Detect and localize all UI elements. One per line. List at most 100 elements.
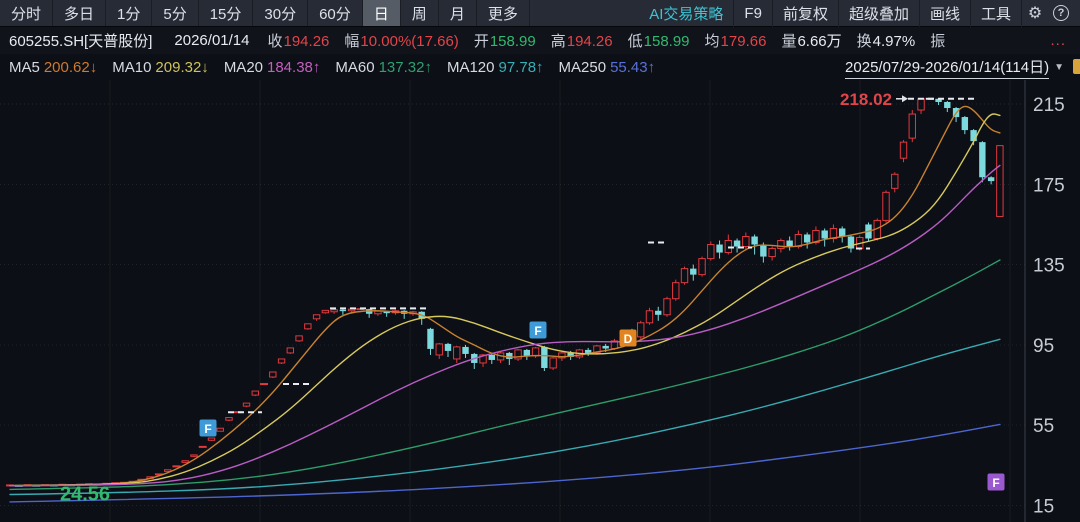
candle [979, 141, 986, 183]
period-tab[interactable]: 日 [362, 0, 401, 26]
candle [269, 371, 277, 379]
quote-field: 振 [930, 30, 946, 51]
high-price-label: 218.02 [840, 90, 892, 109]
period-tab[interactable]: 月 [439, 0, 477, 26]
tool-button[interactable]: 工具 [971, 0, 1022, 27]
period-tab[interactable]: 15分 [199, 0, 254, 26]
ma-items: MA5 200.62↓ MA10 209.32↓ MA20 184.38↑ MA60 137.… [9, 59, 670, 76]
quote-field-label: 均 [704, 33, 720, 50]
candle [961, 116, 969, 135]
ma-value: 55.43↑ [610, 58, 656, 76]
svg-text:F: F [204, 422, 211, 436]
candle [444, 342, 452, 357]
candle [488, 353, 495, 364]
candle [996, 145, 1004, 217]
ma-value: 137.32↑ [378, 58, 432, 76]
candle [251, 390, 259, 397]
ma-item: MA250 55.43↑ [559, 59, 656, 76]
ma-line-ma120 [9, 338, 1001, 496]
candle [321, 309, 330, 314]
ma-item: MA120 97.78↑ [447, 59, 544, 76]
ma-value: 209.32↓ [155, 58, 209, 76]
chevron-down-icon: ▼ [1054, 61, 1064, 73]
quote-field-value: 158.99 [643, 33, 690, 50]
period-tab[interactable]: 30分 [253, 0, 309, 26]
stock-code[interactable]: 605255.SH[天普股份] [9, 30, 152, 51]
signal-badge-f[interactable]: F [199, 419, 217, 437]
candle [312, 314, 321, 321]
candle [506, 351, 513, 365]
date-range-selector[interactable]: 2025/07/29-2026/01/14(114日) ▼ [845, 56, 1064, 79]
tool-button[interactable]: 超级叠加 [839, 0, 920, 27]
candlestick-chart[interactable]: 218.02 24.56 F F D F 215 175 135 95 55 15 [0, 80, 1080, 522]
quote-field: 换4.97% [857, 30, 916, 51]
period-tab[interactable]: 1分 [106, 0, 153, 26]
candle [803, 232, 811, 249]
candle [768, 246, 776, 261]
candle [514, 348, 522, 361]
candle [908, 110, 916, 143]
y-axis-tick-label: 135 [1033, 256, 1065, 277]
ma-indicator-bar: MA5 200.62↓ MA10 209.32↓ MA20 184.38↑ MA60 137.… [0, 54, 1080, 80]
period-tab[interactable]: 多日 [53, 0, 107, 26]
candle [242, 402, 251, 408]
quote-field: 量6.66万 [781, 30, 841, 51]
tool-button[interactable]: 前复权 [773, 0, 839, 27]
period-tab[interactable]: 周 [401, 0, 439, 26]
quote-bar: 605255.SH[天普股份] 2026/01/14 收194.26 幅10.00… [0, 27, 1080, 54]
ma-item: MA10 209.32↓ [112, 59, 209, 76]
ma-value: 200.62↓ [43, 58, 98, 76]
candle [216, 427, 224, 432]
quote-date: 2026/01/14 [174, 32, 250, 49]
candle [541, 345, 548, 371]
quote-field-value: 10.00%(17.66) [360, 33, 459, 50]
quote-field: 均179.66 [705, 30, 767, 51]
tool-button[interactable]: AI交易策略 [639, 0, 735, 27]
candle [295, 335, 303, 342]
period-tab[interactable]: 5分 [152, 0, 199, 26]
toolbar-tools: AI交易策略 F9 前复权 超级叠加 画线 工具 ⚙ ? [639, 0, 1080, 27]
quote-field-label: 振 [930, 33, 946, 50]
quote-field-label: 开 [473, 33, 489, 50]
y-axis-tick-label: 15 [1033, 497, 1054, 518]
candle [286, 347, 295, 354]
svg-text:D: D [624, 332, 633, 346]
period-tab[interactable]: 更多 [477, 0, 530, 26]
ma-label: MA10 [112, 58, 152, 76]
y-axis-tick-label: 55 [1033, 416, 1054, 437]
quote-field-value: 194.26 [283, 33, 330, 50]
tool-button[interactable]: F9 [734, 0, 773, 27]
quote-field: 高194.26 [551, 30, 613, 51]
signal-badge-d[interactable]: D [619, 329, 637, 347]
candle [427, 327, 434, 355]
candle [401, 310, 408, 319]
candle [724, 234, 733, 255]
candle [987, 176, 995, 185]
period-tabs: 分时 多日 1分 5分 15分 30分 60分日周月更多 [0, 0, 530, 26]
ma-value: 97.78↑ [498, 58, 544, 76]
quote-field-label: 换 [856, 33, 872, 50]
candle [462, 344, 469, 358]
ma-line-ma5 [9, 105, 1001, 487]
tool-button[interactable]: 画线 [920, 0, 971, 27]
signal-badge-f[interactable]: F [529, 321, 547, 339]
candle [549, 356, 557, 370]
ma-line-ma60 [9, 259, 1001, 491]
help-icon[interactable]: ? [1048, 0, 1074, 26]
gear-icon[interactable]: ⚙ [1022, 0, 1048, 26]
period-tab[interactable]: 60分 [308, 0, 363, 26]
signal-badge-f[interactable]: F [987, 473, 1005, 491]
period-tab[interactable]: 分时 [0, 0, 54, 26]
candle [829, 224, 838, 243]
ma-label: MA20 [223, 58, 263, 76]
stock-chart-window: 分时 多日 1分 5分 15分 30分 60分日周月更多 AI交易策略 F9 前复权 超级叠加 画线… [0, 0, 1080, 522]
candle [304, 323, 312, 330]
svg-text:F: F [992, 476, 999, 490]
candle [663, 296, 671, 317]
candle [716, 240, 723, 259]
candle [680, 266, 689, 285]
chart-canvas[interactable]: 218.02 24.56 F F D F 215 175 135 95 55 15 [0, 80, 1080, 522]
candle [330, 308, 338, 314]
candle [899, 140, 908, 163]
candle [190, 454, 198, 457]
